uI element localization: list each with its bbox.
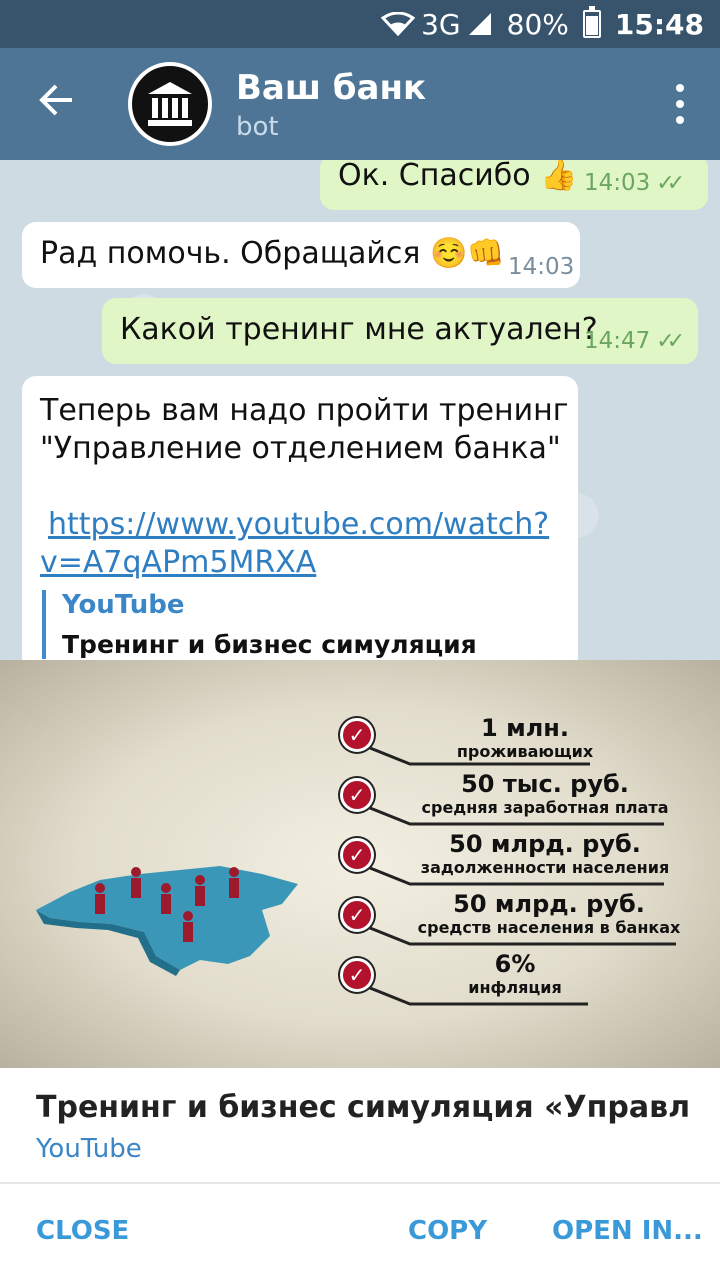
message-time: 14:03 bbox=[508, 254, 575, 280]
link-preview-title: Тренинг и бизнес симуляция bbox=[62, 630, 477, 659]
stat-value: 6% bbox=[494, 950, 536, 978]
link-preview[interactable]: YouTube Тренинг и бизнес симуляция bbox=[42, 590, 477, 659]
double-check-icon: ✓✓ bbox=[656, 329, 685, 354]
message-text-line: Теперь вам надо пройти тренинг bbox=[40, 393, 569, 428]
open-in-button[interactable]: OPEN IN... bbox=[552, 1216, 703, 1246]
sheet-subtitle: YouTube bbox=[36, 1134, 142, 1164]
stat-value: 50 млрд. руб. bbox=[453, 890, 645, 918]
message-text: Рад помочь. Обращайся ☺️👊 bbox=[40, 236, 505, 271]
double-check-icon: ✓✓ bbox=[656, 171, 685, 196]
link-preview-site: YouTube bbox=[62, 590, 185, 620]
message-incoming[interactable]: Рад помочь. Обращайся ☺️👊 14:03 bbox=[22, 222, 580, 288]
message-link[interactable]: v=A7qAPm5MRXA bbox=[40, 544, 568, 582]
check-badge-icon: ✓ bbox=[340, 898, 374, 932]
stat-item: 50 тыс. руб. средняя заработная плата bbox=[410, 770, 680, 817]
message-text: Какой тренинг мне актуален? bbox=[120, 312, 598, 347]
check-badge-icon: ✓ bbox=[340, 838, 374, 872]
check-badge-icon: ✓ bbox=[340, 718, 374, 752]
divider bbox=[0, 1182, 720, 1184]
message-link[interactable]: https://www.youtube.com/watch? bbox=[40, 506, 568, 544]
bank-icon bbox=[148, 82, 192, 126]
message-incoming-link[interactable]: Теперь вам надо пройти тренинг "Управлен… bbox=[22, 376, 578, 668]
battery-icon bbox=[582, 6, 601, 38]
avatar[interactable] bbox=[128, 62, 212, 146]
battery-percent: 80% bbox=[506, 7, 569, 41]
message-meta: 14:03 ✓✓ bbox=[584, 170, 685, 196]
stat-value: 50 млрд. руб. bbox=[449, 830, 641, 858]
stat-item: 50 млрд. руб. задолженности населения bbox=[410, 830, 680, 877]
stat-item: 1 млн. проживающих bbox=[430, 714, 620, 761]
status-bar: 3G 80% 15:48 bbox=[0, 0, 720, 48]
wifi-icon bbox=[381, 12, 416, 36]
message-meta: 14:47 ✓✓ bbox=[584, 328, 685, 354]
stat-label: задолженности населения bbox=[420, 858, 670, 877]
sheet-title: Тренинг и бизнес симуляция «Управлени… bbox=[36, 1090, 688, 1125]
message-outgoing[interactable]: Ок. Спасибо 👍 14:03 ✓✓ bbox=[320, 160, 708, 210]
network-indicator: 3G bbox=[381, 8, 493, 41]
clock: 15:48 bbox=[614, 7, 704, 41]
check-badge-icon: ✓ bbox=[340, 778, 374, 812]
stat-value: 1 млн. bbox=[481, 714, 569, 742]
stat-label: инфляция bbox=[468, 978, 562, 997]
close-button[interactable]: CLOSE bbox=[36, 1216, 129, 1246]
message-time: 14:47 bbox=[584, 328, 651, 354]
message-outgoing[interactable]: Какой тренинг мне актуален? 14:47 ✓✓ bbox=[102, 298, 698, 364]
message-text: Ок. Спасибо 👍 bbox=[338, 160, 578, 193]
message-time: 14:03 bbox=[584, 170, 651, 196]
stat-label: проживающих bbox=[456, 742, 594, 761]
stat-item: 50 млрд. руб. средств населения в банках bbox=[404, 890, 694, 937]
more-vert-icon[interactable] bbox=[672, 84, 688, 124]
network-type: 3G bbox=[421, 7, 461, 41]
link-bottom-sheet: Тренинг и бизнес симуляция «Управлени… Y… bbox=[0, 1068, 720, 1280]
chat-header: Ваш банк bot bbox=[0, 48, 720, 160]
message-list[interactable]: Ок. Спасибо 👍 14:03 ✓✓ Рад помочь. Обраща… bbox=[0, 160, 720, 668]
stat-item: 6% инфляция bbox=[430, 950, 600, 997]
stat-value: 50 тыс. руб. bbox=[461, 770, 629, 798]
copy-button[interactable]: COPY bbox=[408, 1216, 487, 1246]
check-badge-icon: ✓ bbox=[340, 958, 374, 992]
video-thumbnail: ✓ ✓ ✓ ✓ ✓ 1 млн. проживающих 50 тыс. руб… bbox=[0, 660, 720, 1068]
stat-label: средств населения в банках bbox=[417, 918, 681, 937]
chat-title[interactable]: Ваш банк bbox=[236, 68, 426, 108]
back-arrow-icon[interactable] bbox=[32, 80, 80, 128]
stat-label: средняя заработная плата bbox=[421, 798, 669, 817]
chat-subtitle: bot bbox=[236, 112, 279, 142]
message-text-line: "Управление отделением банка" bbox=[40, 431, 561, 466]
signal-icon bbox=[468, 13, 491, 35]
